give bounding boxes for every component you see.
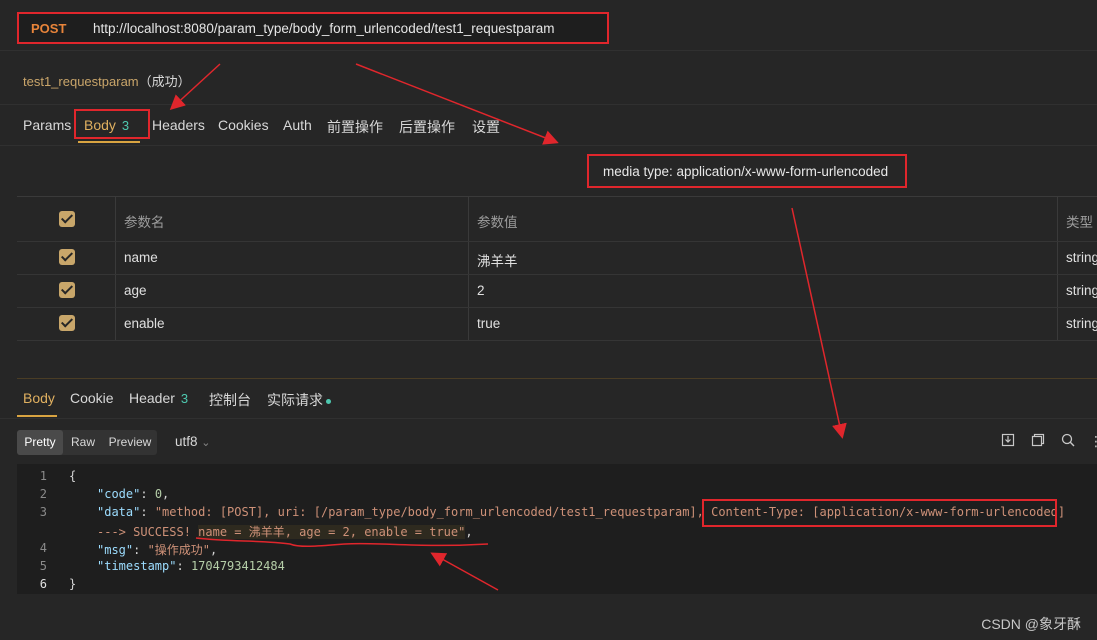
annotation-arrow <box>430 552 499 591</box>
annotation-arrow <box>791 207 847 439</box>
annotation-underline <box>195 537 489 548</box>
annotation-arrow <box>169 63 221 111</box>
annotation-overlay <box>169 63 847 591</box>
annotation-arrow <box>355 63 559 145</box>
